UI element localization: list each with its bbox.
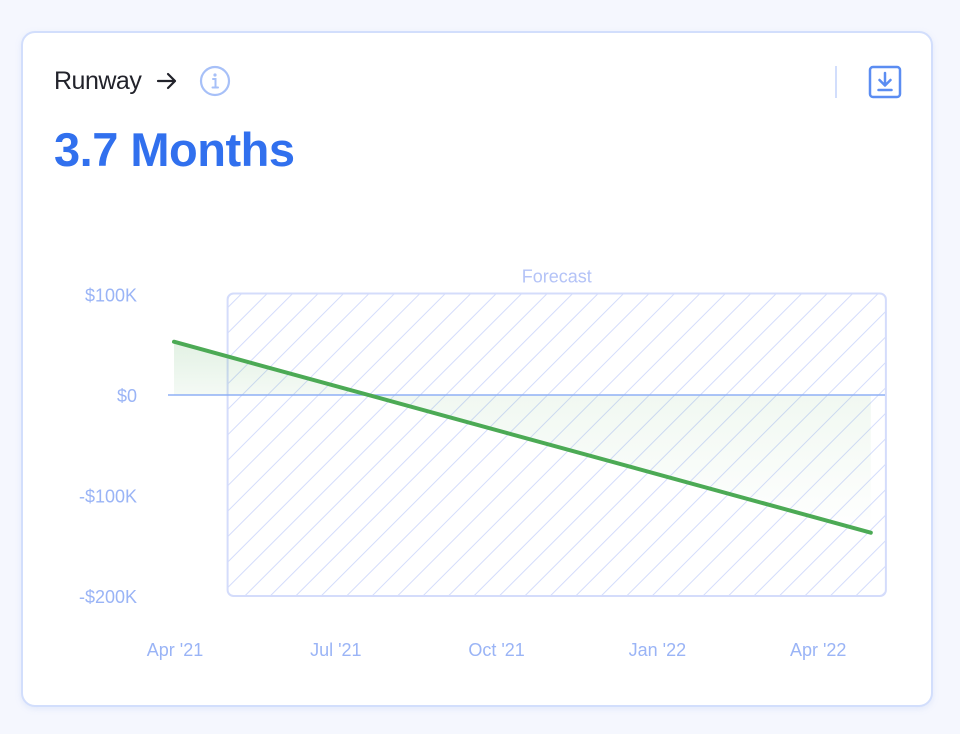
- x-tick-label: Apr '21: [147, 640, 203, 660]
- y-tick-label: $0: [117, 386, 137, 406]
- x-tick-label: Jan '22: [629, 640, 686, 660]
- x-tick-label: Apr '22: [790, 640, 846, 660]
- y-tick-label: $100K: [85, 286, 137, 306]
- x-tick-label: Jul '21: [310, 640, 361, 660]
- y-tick-label: -$200K: [79, 587, 137, 607]
- y-tick-label: -$100K: [79, 487, 137, 507]
- forecast-label: Forecast: [522, 267, 592, 287]
- x-tick-label: Oct '21: [468, 640, 524, 660]
- runway-chart: Forecast $100K $0 -$100K -$200K Apr '21 Jul …: [79, 267, 887, 660]
